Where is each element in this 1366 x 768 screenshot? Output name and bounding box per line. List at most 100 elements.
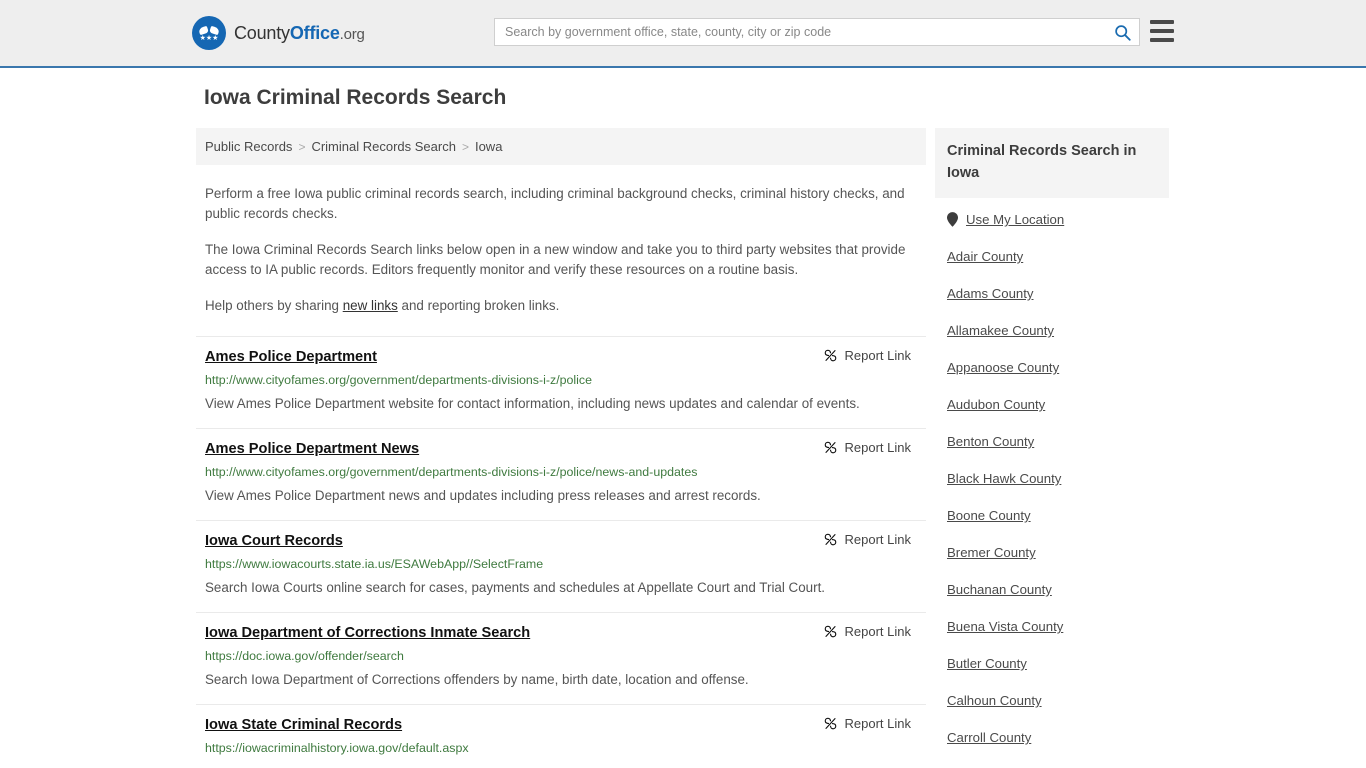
map-pin-icon — [947, 212, 958, 227]
site-header: ★★★ CountyOffice.org — [0, 0, 1366, 68]
sidebar-item-county[interactable]: Boone County — [947, 507, 1169, 525]
intro-paragraph-3: Help others by sharing new links and rep… — [205, 296, 917, 316]
sidebar-item-use-my-location[interactable]: Use My Location — [947, 212, 1169, 227]
result-item: Iowa State Criminal Records Report Link … — [196, 704, 926, 768]
report-link-label: Report Link — [844, 440, 911, 455]
search-input[interactable] — [495, 19, 1105, 45]
county-link[interactable]: Buena Vista County — [947, 619, 1063, 634]
result-description: Search Iowa Department of Corrections of… — [205, 672, 749, 687]
hamburger-bar — [1150, 29, 1174, 33]
county-link[interactable]: Butler County — [947, 656, 1027, 671]
broken-link-icon — [824, 625, 836, 638]
page-title: Iowa Criminal Records Search — [204, 86, 507, 109]
county-link[interactable]: Adams County — [947, 286, 1034, 301]
county-link[interactable]: Carroll County — [947, 730, 1031, 745]
intro-paragraph-3-before: Help others by sharing — [205, 298, 343, 313]
result-url[interactable]: https://iowacriminalhistory.iowa.gov/def… — [205, 740, 917, 756]
sidebar-item-county[interactable]: Carroll County — [947, 729, 1169, 747]
result-title-link[interactable]: Iowa Court Records — [205, 531, 343, 551]
county-link[interactable]: Black Hawk County — [947, 471, 1061, 486]
intro-paragraph-1: Perform a free Iowa public criminal reco… — [205, 186, 905, 221]
broken-link-icon — [824, 717, 836, 730]
content-columns: Public Records > Criminal Records Search… — [196, 128, 1366, 768]
report-link-button[interactable]: Report Link — [823, 532, 917, 547]
county-link[interactable]: Boone County — [947, 508, 1031, 523]
result-header: Iowa Department of Corrections Inmate Se… — [205, 623, 917, 643]
logo-text-part2: Office — [289, 22, 340, 43]
breadcrumb-item-criminal-records-search[interactable]: Criminal Records Search — [311, 139, 456, 154]
sidebar-item-county[interactable]: Butler County — [947, 655, 1169, 673]
results-list: Ames Police Department Report Link http:… — [196, 336, 926, 768]
county-link[interactable]: Buchanan County — [947, 582, 1052, 597]
breadcrumb-item-public-records[interactable]: Public Records — [205, 139, 292, 154]
report-link-label: Report Link — [844, 716, 911, 731]
result-header: Ames Police Department News Report Link — [205, 439, 917, 459]
result-header: Ames Police Department Report Link — [205, 347, 917, 367]
logo-text-part3: .org — [339, 25, 365, 43]
page-body: Iowa Criminal Records Search Public Reco… — [0, 68, 1366, 768]
breadcrumb-item-iowa: Iowa — [474, 139, 503, 154]
breadcrumb-separator: > — [461, 139, 469, 154]
hamburger-menu-button[interactable] — [1150, 20, 1174, 42]
sidebar-item-county[interactable]: Adams County — [947, 285, 1169, 303]
result-url[interactable]: http://www.cityofames.org/government/dep… — [205, 464, 917, 480]
result-title-link[interactable]: Iowa Department of Corrections Inmate Se… — [205, 623, 530, 643]
search-icon — [1114, 24, 1131, 41]
sidebar-item-county[interactable]: Calhoun County — [947, 692, 1169, 710]
result-url[interactable]: https://doc.iowa.gov/offender/search — [205, 648, 917, 664]
result-item: Ames Police Department Report Link http:… — [196, 336, 926, 428]
broken-link-icon — [824, 349, 836, 362]
eagle-icon — [199, 26, 219, 36]
sidebar-item-county[interactable]: Allamakee County — [947, 322, 1169, 340]
report-link-button[interactable]: Report Link — [823, 624, 917, 639]
sidebar-item-county[interactable]: Black Hawk County — [947, 470, 1169, 488]
county-link[interactable]: Bremer County — [947, 545, 1036, 560]
county-link[interactable]: Allamakee County — [947, 323, 1054, 338]
result-description: Search Iowa Courts online search for cas… — [205, 580, 826, 595]
county-link[interactable]: Calhoun County — [947, 693, 1042, 708]
main-column: Public Records > Criminal Records Search… — [196, 128, 926, 768]
result-url[interactable]: http://www.cityofames.org/government/dep… — [205, 372, 917, 388]
sidebar-item-county[interactable]: Appanoose County — [947, 359, 1169, 377]
report-link-button[interactable]: Report Link — [823, 440, 917, 455]
result-title-link[interactable]: Iowa State Criminal Records — [205, 715, 402, 735]
report-link-button[interactable]: Report Link — [823, 716, 917, 731]
sidebar-heading: Criminal Records Search in Iowa — [935, 128, 1169, 198]
breadcrumb-separator: > — [298, 139, 306, 154]
use-my-location-link[interactable]: Use My Location — [966, 212, 1064, 227]
sidebar-item-county[interactable]: Audubon County — [947, 396, 1169, 414]
report-link-label: Report Link — [844, 348, 911, 363]
sidebar: Criminal Records Search in Iowa Use My L… — [935, 128, 1169, 768]
county-office-emblem-icon: ★★★ — [192, 16, 226, 50]
new-links-link[interactable]: new links — [343, 298, 398, 313]
result-title-link[interactable]: Ames Police Department — [205, 347, 377, 367]
result-description: View Ames Police Department news and upd… — [205, 488, 761, 503]
logo-text-part1: County — [234, 22, 290, 43]
sidebar-item-county[interactable]: Adair County — [947, 248, 1169, 266]
result-header: Iowa Court Records Report Link — [205, 531, 917, 551]
search-bar[interactable] — [494, 18, 1140, 46]
result-title-link[interactable]: Ames Police Department News — [205, 439, 419, 459]
breadcrumb: Public Records > Criminal Records Search… — [196, 128, 926, 165]
site-logo[interactable]: ★★★ CountyOffice.org — [192, 16, 365, 50]
sidebar-item-county[interactable]: Buena Vista County — [947, 618, 1169, 636]
county-link[interactable]: Benton County — [947, 434, 1034, 449]
result-url[interactable]: https://www.iowacourts.state.ia.us/ESAWe… — [205, 556, 917, 572]
sidebar-item-county[interactable]: Bremer County — [947, 544, 1169, 562]
result-item: Iowa Department of Corrections Inmate Se… — [196, 612, 926, 704]
result-description: View Ames Police Department website for … — [205, 396, 860, 411]
search-button[interactable] — [1105, 19, 1139, 45]
intro-paragraph-2: The Iowa Criminal Records Search links b… — [205, 242, 906, 277]
sidebar-county-list: Use My Location Adair County Adams Count… — [935, 198, 1169, 768]
county-link[interactable]: Adair County — [947, 249, 1023, 264]
result-header: Iowa State Criminal Records Report Link — [205, 715, 917, 735]
sidebar-item-county[interactable]: Buchanan County — [947, 581, 1169, 599]
logo-text: CountyOffice.org — [234, 23, 365, 44]
broken-link-icon — [824, 441, 836, 454]
intro-paragraph-3-after: and reporting broken links. — [397, 298, 560, 313]
report-link-button[interactable]: Report Link — [823, 348, 917, 363]
broken-link-icon — [824, 533, 836, 546]
county-link[interactable]: Audubon County — [947, 397, 1045, 412]
county-link[interactable]: Appanoose County — [947, 360, 1059, 375]
sidebar-item-county[interactable]: Benton County — [947, 433, 1169, 451]
